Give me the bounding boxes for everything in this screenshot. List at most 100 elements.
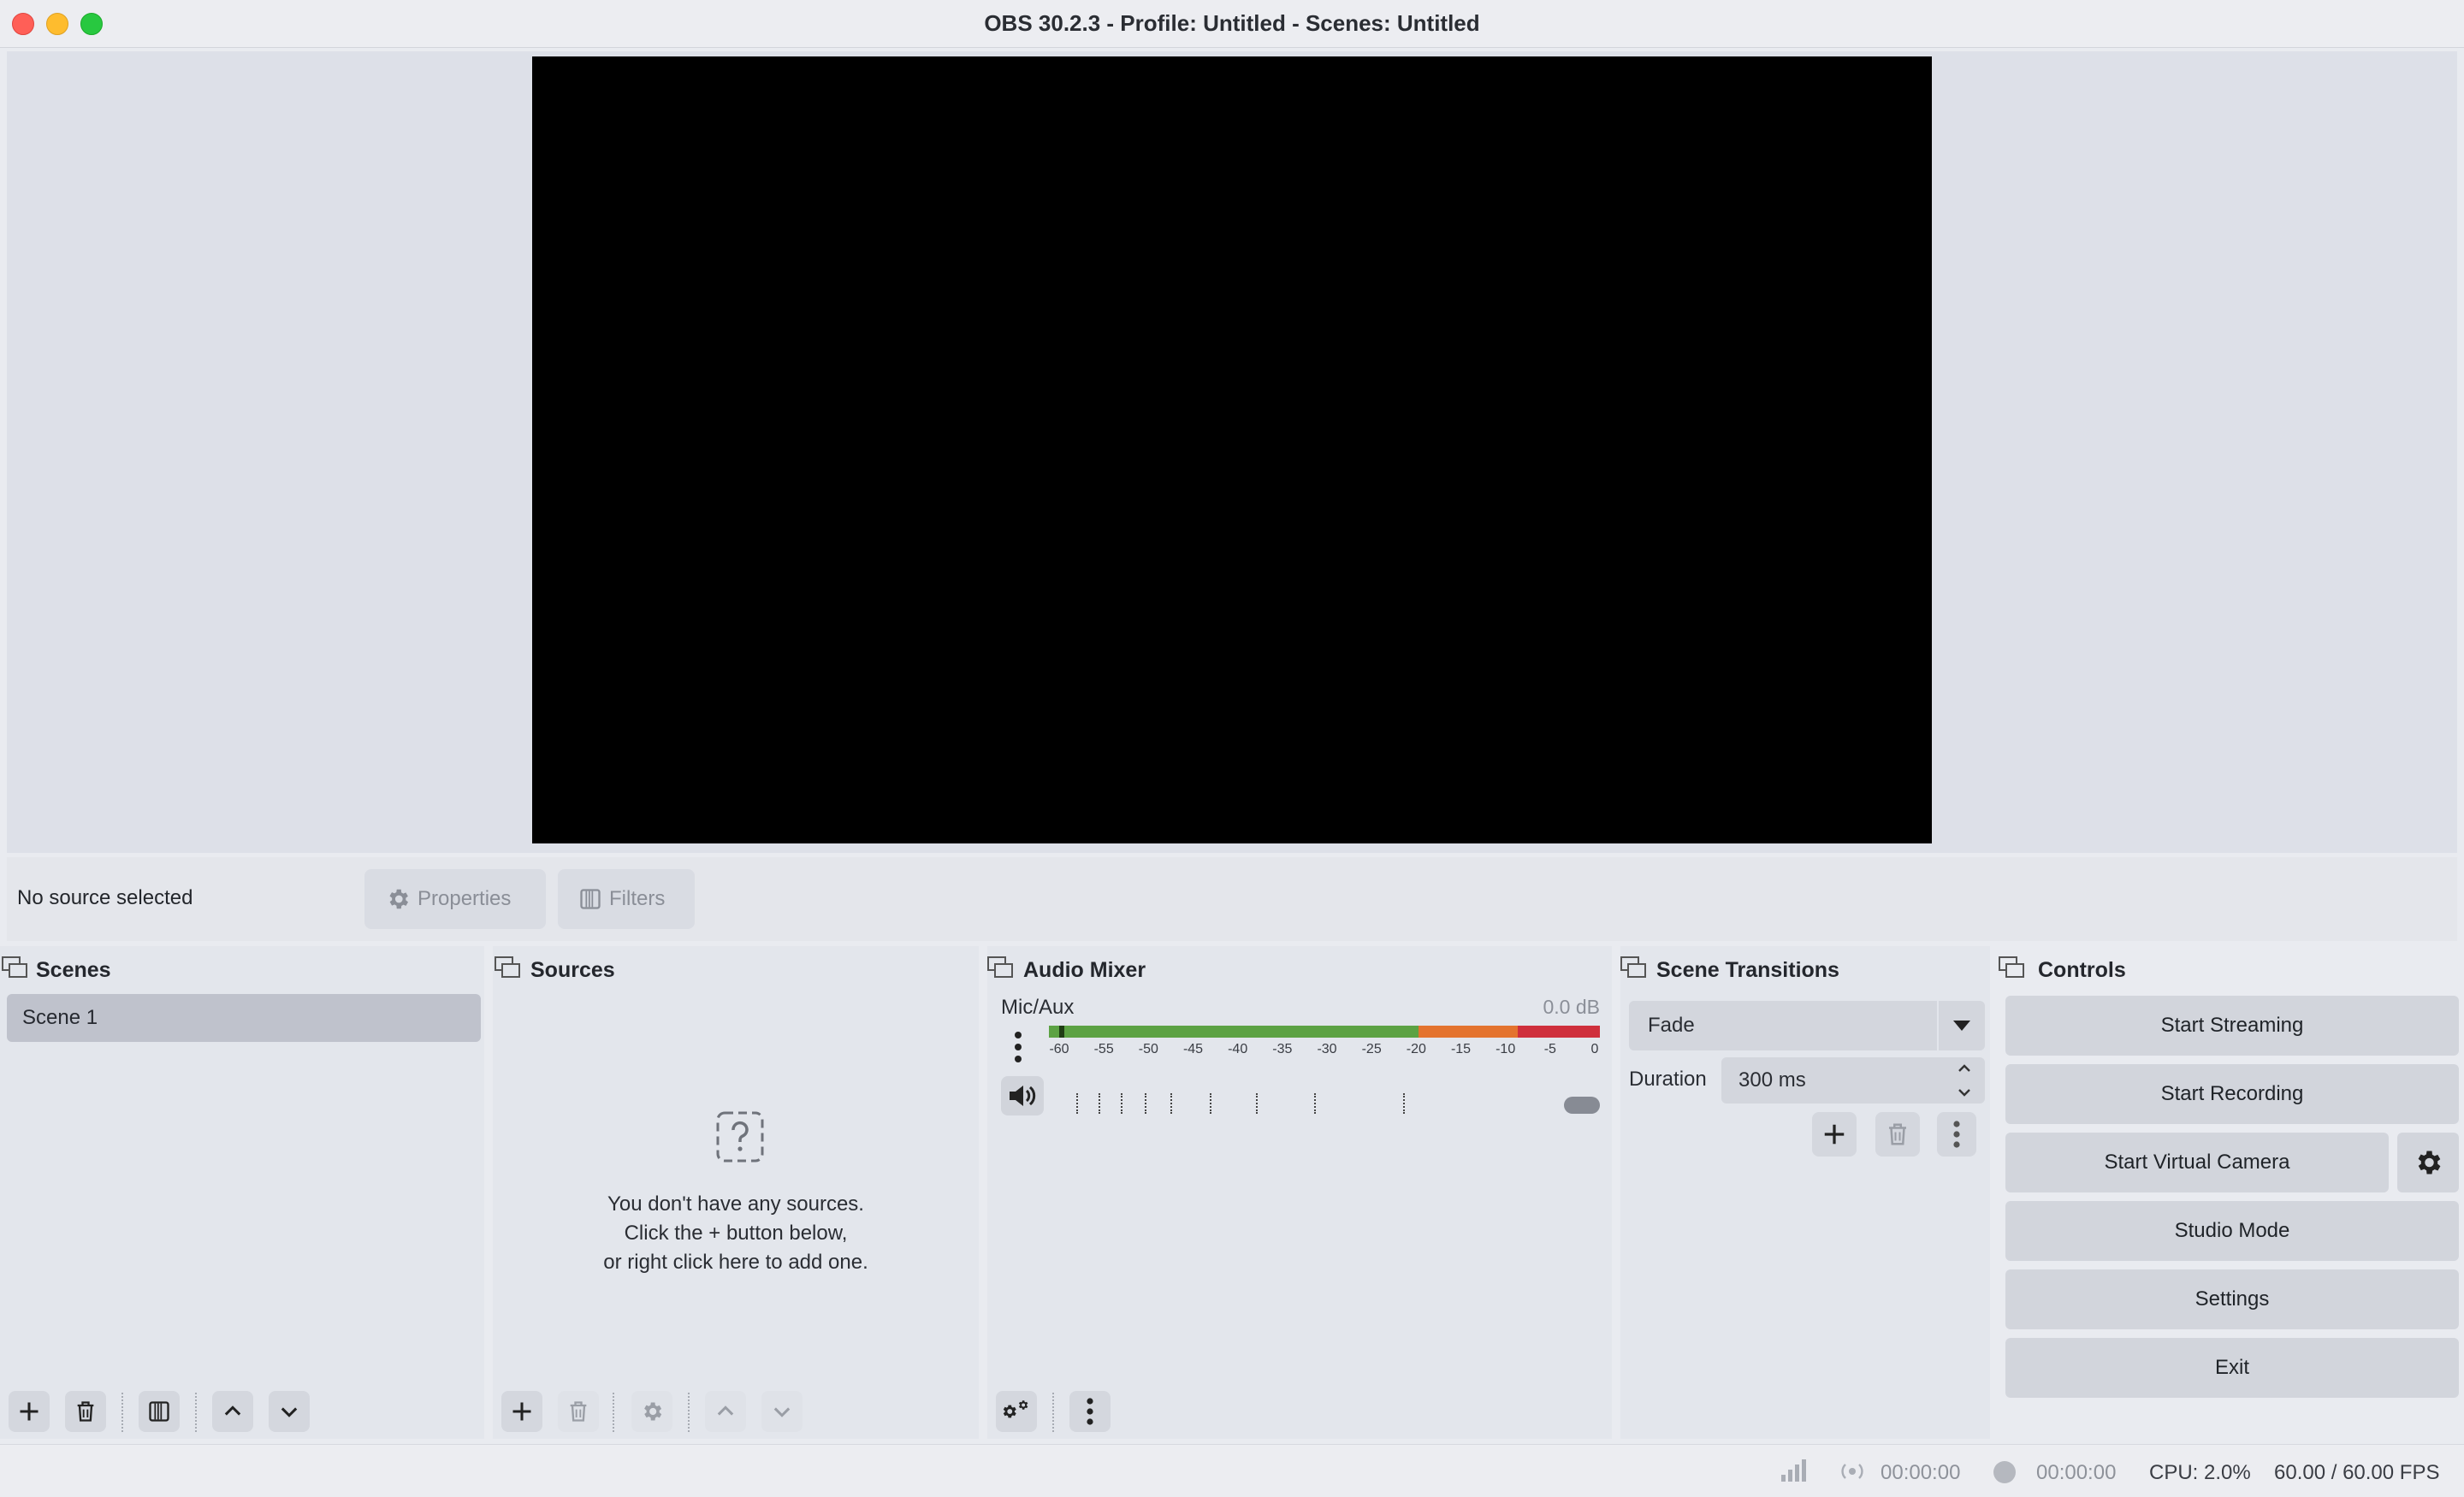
sources-empty-line-3: or right click here to add one. bbox=[603, 1251, 868, 1274]
record-time: 00:00:00 bbox=[2036, 1461, 2117, 1484]
trash-icon bbox=[570, 1401, 587, 1422]
meter-tick-label: -40 bbox=[1228, 1042, 1248, 1056]
remove-scene-button[interactable] bbox=[65, 1391, 106, 1432]
peak-indicator bbox=[1059, 1026, 1064, 1038]
spinner-arrows-icon[interactable] bbox=[1947, 1059, 1981, 1102]
channel-db: 0.0 dB bbox=[1543, 996, 1601, 1018]
meter-tick-label: -55 bbox=[1093, 1042, 1114, 1056]
chevron-down-icon bbox=[773, 1407, 791, 1417]
settings-button[interactable]: Settings bbox=[2005, 1269, 2459, 1329]
scenes-title: Scenes bbox=[36, 958, 111, 982]
channel-name: Mic/Aux bbox=[1001, 996, 1075, 1019]
properties-button[interactable]: Properties bbox=[364, 869, 546, 929]
volume-scale-tick bbox=[1210, 1093, 1211, 1114]
move-source-up-button[interactable] bbox=[705, 1391, 746, 1432]
start-recording-button[interactable]: Start Recording bbox=[2005, 1064, 2459, 1124]
dock-float-icon[interactable] bbox=[1620, 956, 1646, 979]
controls-title: Controls bbox=[2038, 958, 2126, 982]
meter-tick-label: -20 bbox=[1406, 1042, 1426, 1056]
gears-icon bbox=[1003, 1400, 1028, 1418]
transition-select[interactable]: Fade bbox=[1629, 1001, 1985, 1050]
dock-float-icon[interactable] bbox=[2, 956, 27, 979]
gear-icon bbox=[389, 889, 408, 909]
meter-tick-label: -30 bbox=[1317, 1042, 1337, 1056]
signal-bars-icon bbox=[1781, 1459, 1806, 1482]
gear-icon bbox=[644, 1402, 662, 1421]
add-transition-button[interactable] bbox=[1812, 1112, 1857, 1157]
audio-mixer-title: Audio Mixer bbox=[1023, 958, 1146, 982]
speaker-icon bbox=[1010, 1086, 1036, 1106]
start-virtual-camera-button[interactable]: Start Virtual Camera bbox=[2005, 1133, 2389, 1192]
channel-menu-icon[interactable] bbox=[1013, 1030, 1023, 1064]
meter-tick-label: -15 bbox=[1450, 1042, 1472, 1056]
volume-scale-tick bbox=[1403, 1093, 1405, 1114]
fps-readout: 60.00 / 60.00 FPS bbox=[2274, 1461, 2440, 1484]
kebab-menu-icon bbox=[1087, 1398, 1093, 1425]
filter-icon bbox=[580, 889, 601, 909]
mixer-menu-button[interactable] bbox=[1069, 1391, 1111, 1432]
scene-list-item[interactable]: Scene 1 bbox=[7, 994, 481, 1042]
move-scene-up-button[interactable] bbox=[212, 1391, 253, 1432]
stream-time: 00:00:00 bbox=[1881, 1461, 1961, 1484]
meter-tick-label: -5 bbox=[1543, 1042, 1556, 1056]
meter-tick-label: 0 bbox=[1590, 1042, 1599, 1056]
filters-button[interactable]: Filters bbox=[558, 869, 695, 929]
meter-tick-label: -50 bbox=[1138, 1042, 1158, 1056]
duration-label: Duration bbox=[1629, 1068, 1707, 1091]
dock-float-icon[interactable] bbox=[1999, 956, 2024, 979]
sources-empty-line-1: You don't have any sources. bbox=[607, 1192, 864, 1216]
recording-status-icon bbox=[1993, 1461, 2016, 1483]
cpu-usage: CPU: 2.0% bbox=[2149, 1461, 2251, 1484]
streaming-status-icon bbox=[1841, 1464, 1863, 1479]
meter-tick-label: -45 bbox=[1182, 1042, 1204, 1056]
scene-transitions-title: Scene Transitions bbox=[1656, 958, 1839, 982]
volume-scale-tick bbox=[1145, 1093, 1146, 1114]
volume-scale-tick bbox=[1256, 1093, 1258, 1114]
transition-menu-button[interactable] bbox=[1937, 1112, 1976, 1157]
dropdown-arrow-icon[interactable] bbox=[1937, 1001, 1985, 1050]
source-properties-button[interactable] bbox=[631, 1391, 672, 1432]
volume-scale-tick bbox=[1099, 1093, 1100, 1114]
volume-scale-tick bbox=[1121, 1093, 1122, 1114]
volume-scale-tick bbox=[1314, 1093, 1316, 1114]
plus-icon bbox=[512, 1402, 531, 1421]
start-streaming-button[interactable]: Start Streaming bbox=[2005, 996, 2459, 1056]
move-source-down-button[interactable] bbox=[761, 1391, 803, 1432]
question-icon bbox=[716, 1111, 764, 1163]
remove-transition-button[interactable] bbox=[1875, 1112, 1920, 1157]
filter-icon bbox=[149, 1401, 169, 1422]
mute-button[interactable] bbox=[1001, 1076, 1044, 1115]
volume-slider-handle[interactable] bbox=[1564, 1097, 1600, 1114]
trash-icon bbox=[1889, 1123, 1906, 1145]
chevron-up-icon bbox=[224, 1405, 241, 1416]
advanced-audio-button[interactable] bbox=[996, 1391, 1037, 1432]
add-source-button[interactable] bbox=[501, 1391, 542, 1432]
meter-tick-label: -10 bbox=[1496, 1042, 1516, 1056]
preview-canvas[interactable] bbox=[532, 56, 1932, 843]
dock-float-icon[interactable] bbox=[987, 956, 1013, 979]
remove-source-button[interactable] bbox=[558, 1391, 599, 1432]
dock-float-icon[interactable] bbox=[495, 956, 520, 979]
kebab-menu-icon bbox=[1953, 1121, 1960, 1148]
audio-meter bbox=[1049, 1026, 1600, 1038]
volume-scale-tick bbox=[1076, 1093, 1078, 1114]
properties-label: Properties bbox=[418, 887, 512, 910]
move-scene-down-button[interactable] bbox=[269, 1391, 310, 1432]
filters-label: Filters bbox=[609, 887, 666, 910]
scene-filters-button[interactable] bbox=[139, 1391, 180, 1432]
volume-scale-tick bbox=[1170, 1093, 1172, 1114]
plus-icon bbox=[1824, 1124, 1845, 1145]
duration-input[interactable]: 300 ms bbox=[1721, 1057, 1985, 1104]
exit-button[interactable]: Exit bbox=[2005, 1338, 2459, 1398]
add-scene-button[interactable] bbox=[9, 1391, 50, 1432]
studio-mode-button[interactable]: Studio Mode bbox=[2005, 1201, 2459, 1261]
meter-tick-label: -35 bbox=[1272, 1042, 1293, 1056]
chevron-down-icon bbox=[281, 1407, 298, 1417]
chevron-up-icon bbox=[717, 1405, 734, 1416]
meter-tick-label: -25 bbox=[1361, 1042, 1382, 1056]
no-source-label: No source selected bbox=[17, 886, 193, 909]
gear-icon bbox=[2418, 1151, 2441, 1175]
virtual-camera-settings-button[interactable] bbox=[2397, 1133, 2459, 1192]
sources-title: Sources bbox=[530, 958, 615, 982]
trash-icon bbox=[77, 1401, 94, 1422]
